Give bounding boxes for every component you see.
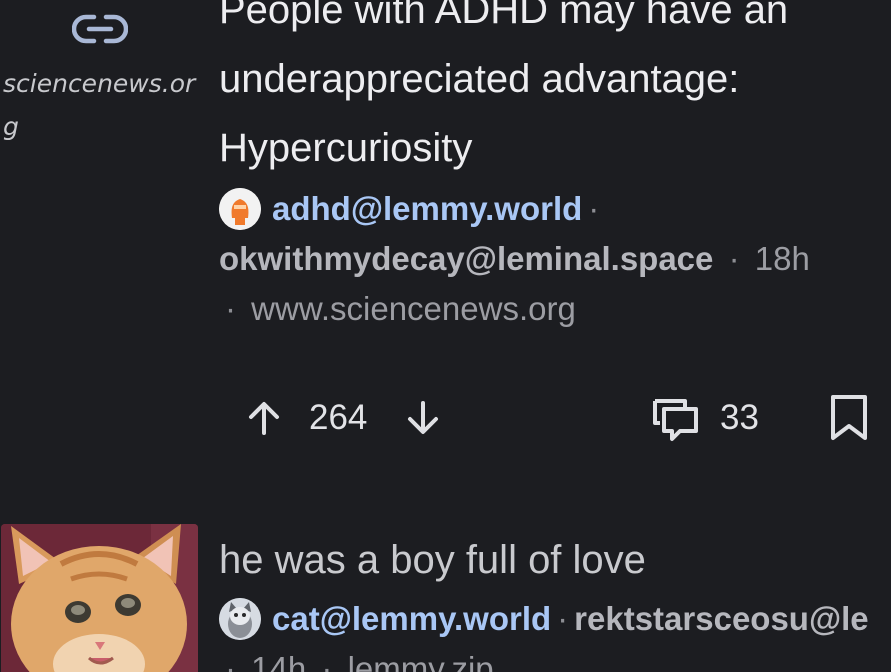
post-age: 18h bbox=[754, 240, 810, 277]
meta-separator: · bbox=[225, 290, 236, 327]
post-meta-community-row: cat@lemmy.world · rektstarsceosu@le bbox=[219, 594, 887, 644]
community-link[interactable]: cat@lemmy.world bbox=[272, 594, 551, 644]
community-link[interactable]: adhd@lemmy.world bbox=[272, 184, 582, 234]
post-action-bar: 264 33 bbox=[219, 385, 887, 451]
url-domain[interactable]: lemmy.zip bbox=[348, 650, 494, 672]
comment-bubbles-icon[interactable] bbox=[652, 395, 700, 443]
post-thumbnail-image[interactable] bbox=[1, 524, 198, 672]
comment-count[interactable]: 33 bbox=[720, 395, 759, 441]
post-meta-creator-row: okwithmydecay@leminal.space · 18h bbox=[219, 234, 887, 284]
creator-link[interactable]: rektstarsceosu@le bbox=[574, 594, 869, 644]
post-title[interactable]: People with ADHD may have an underapprec… bbox=[219, 0, 887, 183]
meta-separator: · bbox=[321, 650, 333, 672]
post-score: 264 bbox=[309, 398, 368, 437]
community-avatar[interactable] bbox=[219, 188, 261, 230]
post-meta-url-row: · www.sciencenews.org bbox=[219, 284, 887, 334]
bookmark-icon[interactable] bbox=[828, 394, 872, 442]
meta-separator: · bbox=[557, 600, 569, 637]
community-avatar[interactable] bbox=[219, 598, 261, 640]
arrow-up-icon[interactable] bbox=[243, 397, 285, 439]
post-link-thumbnail[interactable]: sciencenews.org bbox=[0, 0, 200, 160]
meta-separator: · bbox=[728, 240, 740, 277]
creator-link[interactable]: okwithmydecay@leminal.space bbox=[219, 240, 713, 277]
link-domain: sciencenews.org bbox=[3, 69, 196, 141]
link-icon bbox=[71, 10, 129, 48]
meta-separator: · bbox=[588, 190, 600, 227]
post-age: 14h bbox=[251, 650, 307, 672]
post-meta-url-row: · 14h · lemmy.zip bbox=[219, 644, 887, 672]
post-feed: sciencenews.org People with ADHD may hav… bbox=[0, 0, 891, 672]
url-domain[interactable]: www.sciencenews.org bbox=[251, 290, 576, 327]
meta-separator: · bbox=[225, 650, 236, 672]
arrow-down-icon[interactable] bbox=[402, 397, 444, 439]
post-meta-community-row: adhd@lemmy.world · bbox=[219, 184, 887, 234]
post-title[interactable]: he was a boy full of love bbox=[219, 530, 646, 590]
